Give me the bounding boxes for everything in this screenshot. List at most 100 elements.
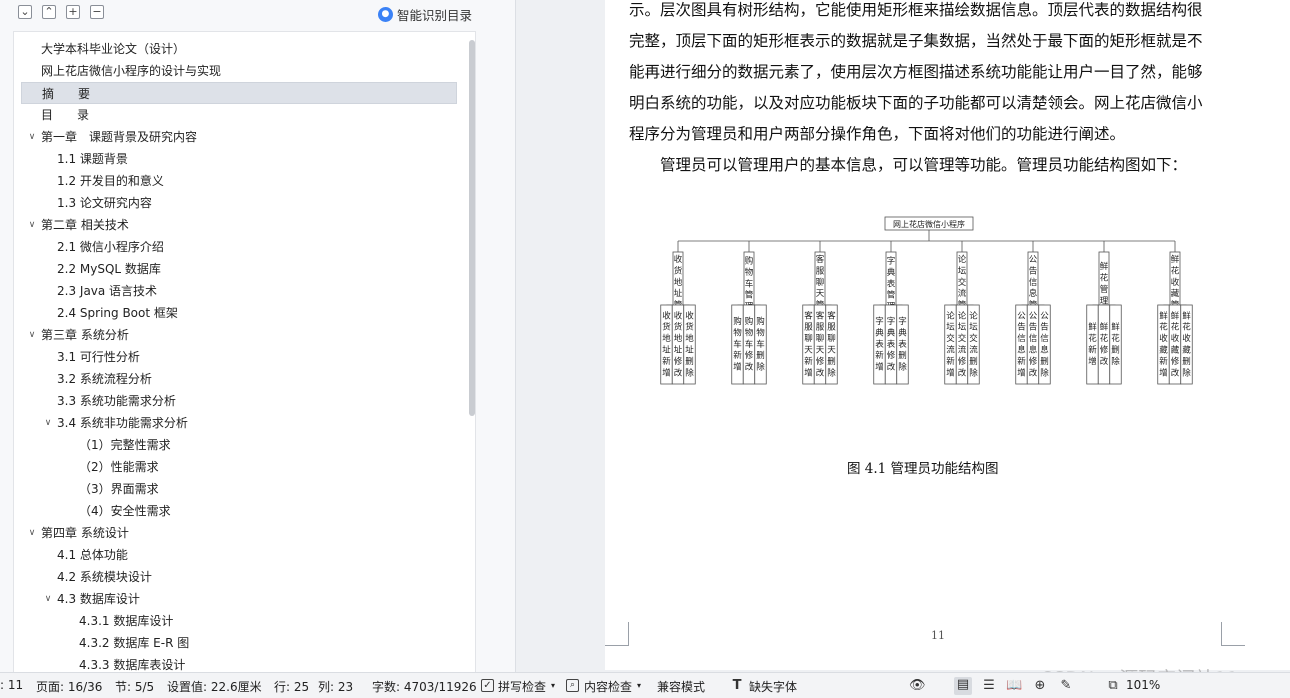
outline-item[interactable]: 网上花店微信小程序的设计与实现 [14, 60, 458, 82]
outline-item[interactable]: （3）界面需求 [14, 478, 458, 500]
diagram-child-label: 表 [898, 339, 907, 350]
outline-item-label: 4.3.3 数据库表设计 [79, 658, 186, 672]
outline-item[interactable]: ∨ 第四章 系统设计 [14, 522, 458, 544]
move-up-button[interactable]: ⌃ [42, 5, 56, 19]
outline-item-label: 大学本科毕业论文（设计） [41, 42, 186, 56]
smart-toc-button[interactable]: ● 智能识别目录 [377, 5, 472, 23]
chevron-down-icon[interactable]: ∨ [42, 588, 54, 610]
diagram-child-label: 鲜 [1111, 322, 1120, 333]
outline-item[interactable]: 2.1 微信小程序介绍 [14, 236, 458, 258]
add-heading-button[interactable]: + [66, 5, 80, 19]
eye-protection-icon[interactable]: 👁 [909, 678, 926, 694]
missing-font-button[interactable]: 缺失字体 [749, 678, 797, 695]
outline-item[interactable]: 摘 要 [21, 82, 457, 104]
outline-item[interactable]: 大学本科毕业论文（设计） [14, 38, 458, 60]
spellcheck-button[interactable]: 拼写检查 [498, 678, 546, 695]
outline-item[interactable]: 4.3.2 数据库 E-R 图 [14, 632, 458, 654]
fit-page-icon[interactable]: ⧉ [1105, 678, 1121, 694]
outline-scrollbar[interactable] [469, 40, 475, 416]
body-text-line: 明白系统的功能，以及对应功能板块下面的子功能都可以清楚领会。网上花店微信小 [629, 94, 1203, 112]
outline-pane: ⌄ ⌃ + − ● 智能识别目录 大学本科毕业论文（设计） 网上花店微信小程序的设… [0, 0, 516, 672]
diagram-child-label: 流 [946, 345, 955, 356]
outline-item[interactable]: （2）性能需求 [14, 456, 458, 478]
reading-view-icon[interactable]: 📖 [1006, 678, 1022, 694]
diagram-child-label: 删 [685, 356, 694, 367]
compat-mode-label[interactable]: 兼容模式 [657, 678, 705, 695]
status-setting[interactable]: 设置值: 22.6厘米 [167, 678, 262, 695]
status-wordcount[interactable]: 字数: 4703/11926 [372, 678, 477, 695]
diagram-child-label: 改 [1171, 367, 1180, 378]
chevron-down-icon[interactable]: ∨ [26, 324, 38, 346]
status-page[interactable]: 页面: 16/36 [36, 678, 102, 695]
diagram-module-label: 字 [887, 256, 896, 267]
remove-heading-button[interactable]: − [90, 5, 104, 19]
outline-view-icon[interactable]: ☰ [981, 678, 997, 694]
outline-item[interactable]: ∨ 3.4 系统非功能需求分析 [14, 412, 458, 434]
outline-item[interactable]: 2.3 Java 语言技术 [14, 280, 458, 302]
diagram-child-label: 花 [1111, 333, 1120, 344]
diagram-module-label: 花 [1100, 273, 1109, 284]
page-number: 11 [931, 629, 945, 642]
outline-item[interactable]: 3.3 系统功能需求分析 [14, 390, 458, 412]
outline-item[interactable]: 1.2 开发目的和意义 [14, 170, 458, 192]
outline-item[interactable]: 2.4 Spring Boot 框架 [14, 302, 458, 324]
diagram-child-box [1109, 304, 1122, 385]
diagram-child-label: 址 [662, 345, 671, 356]
function-structure-diagram: 网上花店微信小程序收货地址管理收货地址新增收货地址修改收货地址删除购物车管理购物… [660, 216, 1193, 385]
diagram-child-label: 增 [1088, 356, 1097, 367]
outline-item[interactable]: ∨ 第二章 相关技术 [14, 214, 458, 236]
diagram-module-label: 车 [745, 278, 754, 289]
content-check-button[interactable]: 内容检查 [584, 678, 632, 695]
outline-item[interactable]: 1.3 论文研究内容 [14, 192, 458, 214]
outline-item[interactable]: ∨ 4.3 数据库设计 [14, 588, 458, 610]
outline-item[interactable]: 3.1 可行性分析 [14, 346, 458, 368]
chevron-down-icon[interactable]: ▾ [637, 681, 641, 690]
outline-item-label: 第四章 系统设计 [41, 526, 129, 540]
diagram-child-label: 息 [1029, 345, 1038, 356]
outline-item-label: 2.2 MySQL 数据库 [57, 262, 161, 276]
diagram-child-label: 增 [662, 367, 671, 378]
chevron-down-icon[interactable]: ∨ [26, 126, 38, 148]
outline-item[interactable]: （1）完整性需求 [14, 434, 458, 456]
outline-item[interactable]: ∨ 第三章 系统分析 [14, 324, 458, 346]
diagram-module-label: 鲜 [1171, 254, 1180, 265]
diagram-child-label: 删 [898, 350, 907, 361]
outline-item[interactable]: 3.2 系统流程分析 [14, 368, 458, 390]
diagram-child-label: 交 [946, 333, 955, 344]
outline-item[interactable]: 4.3.3 数据库表设计 [14, 654, 458, 672]
outline-item[interactable]: （4）安全性需求 [14, 500, 458, 522]
chevron-down-icon[interactable]: ∨ [26, 214, 38, 236]
collapse-all-button[interactable]: ⌄ [18, 5, 32, 19]
diagram-child-label: 信 [1040, 333, 1049, 344]
body-text-line: 程序分为管理员和用户两部分操作角色，下面将对他们的功能进行阐述。 [629, 125, 1126, 143]
diagram-child-label: 字 [898, 316, 907, 327]
chevron-down-icon[interactable]: ∨ [42, 412, 54, 434]
pen-icon[interactable]: ✎ [1058, 678, 1074, 694]
outline-item[interactable]: 目 录 [14, 104, 458, 126]
outline-item[interactable]: 4.3.1 数据库设计 [14, 610, 458, 632]
outline-item[interactable]: 4.2 系统模块设计 [14, 566, 458, 588]
diagram-child-label: 删 [1111, 345, 1120, 356]
outline-item-label: 2.1 微信小程序介绍 [57, 240, 164, 254]
outline-item[interactable]: 1.1 课题背景 [14, 148, 458, 170]
zoom-level[interactable]: 101% [1126, 678, 1160, 692]
diagram-child-label: 修 [1029, 356, 1038, 367]
diagram-child-label: 删 [756, 350, 765, 361]
web-view-icon[interactable]: ⊕ [1032, 678, 1048, 694]
outline-item[interactable]: 2.2 MySQL 数据库 [14, 258, 458, 280]
diagram-child-label: 交 [969, 333, 978, 344]
outline-item[interactable]: ∨ 第一章 课题背景及研究内容 [14, 126, 458, 148]
diagram-module-label: 坛 [958, 265, 967, 276]
diagram-child-label: 坛 [946, 322, 955, 333]
chevron-down-icon[interactable]: ∨ [26, 522, 38, 544]
diagram-child-label: 鲜 [1159, 310, 1168, 321]
outline-item[interactable]: 4.1 总体功能 [14, 544, 458, 566]
chevron-down-icon[interactable]: ▾ [551, 681, 555, 690]
outline-item-label: 网上花店微信小程序的设计与实现 [41, 64, 222, 78]
document-page[interactable]: 示。层次图具有树形结构，它能使用矩形框来描绘数据信息。顶层代表的数据结构很 完整… [605, 0, 1290, 670]
diagram-child-label: 公 [1017, 311, 1026, 321]
missing-font-icon: T [732, 678, 742, 693]
page-view-icon[interactable]: ▤ [954, 677, 972, 695]
content-check-icon: ⌕ [566, 679, 579, 692]
outline-item-label: （4）安全性需求 [79, 504, 171, 518]
